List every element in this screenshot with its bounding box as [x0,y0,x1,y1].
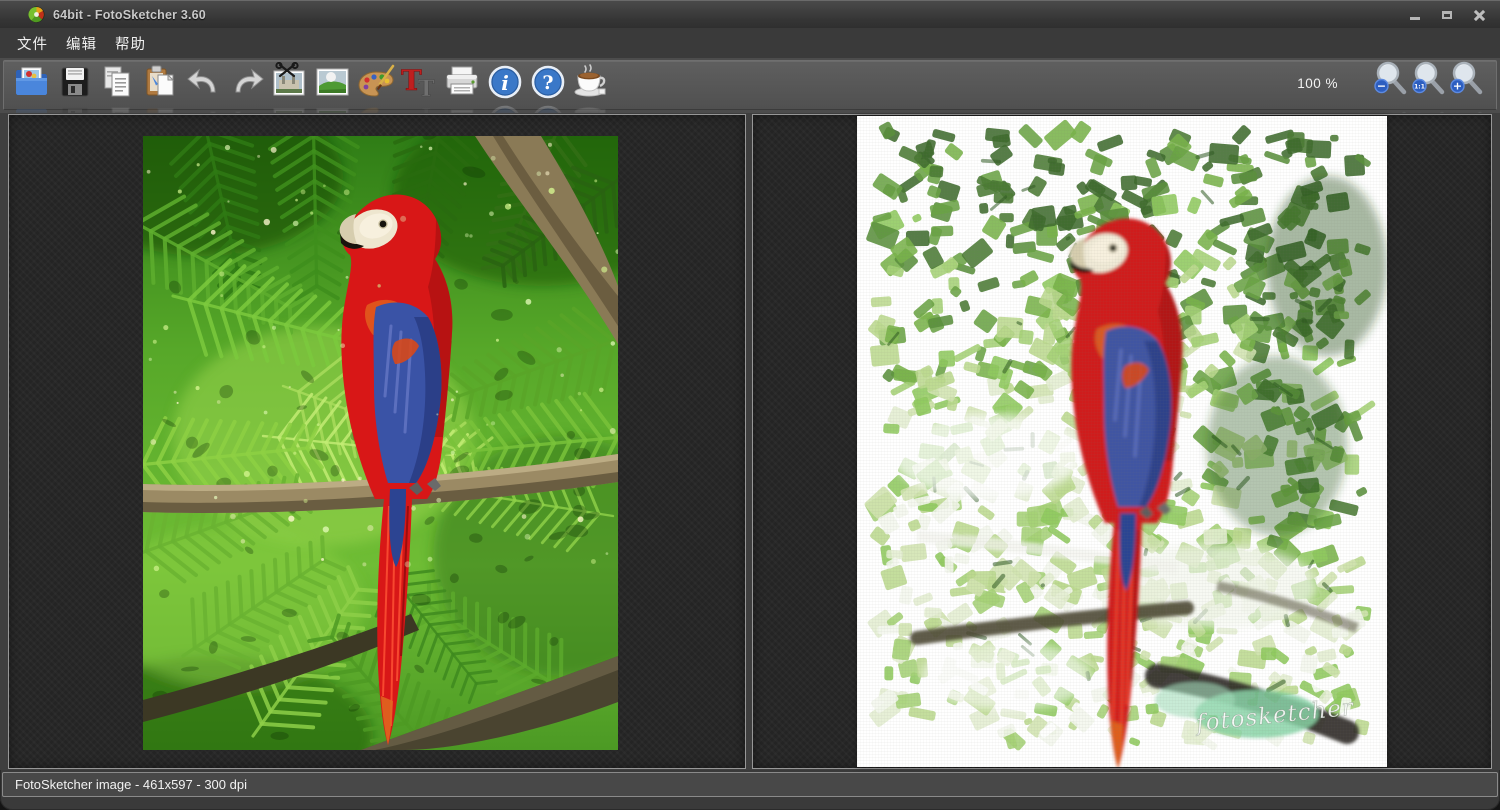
zoom-actual-size-magnifier-icon: 1:1 [1411,61,1447,103]
save-image-button[interactable] [53,59,96,105]
undo-icon [184,62,224,102]
zoom-out-button[interactable]: − [1372,61,1410,105]
menu-edit[interactable]: 编辑 [57,29,106,58]
add-text-icon: T T [399,62,439,102]
open-image-button[interactable] [10,59,53,105]
paste-button[interactable] [139,59,182,105]
toolbar-zoom-group: 100 % − 1:1 [1297,61,1486,105]
statusbar: FotoSketcher image - 461x597 - 300 dpi [2,772,1498,797]
zoom-in-button[interactable]: + [1448,61,1486,105]
save-image-icon [55,62,95,102]
svg-text:i: i [501,71,509,95]
maximize-icon[interactable] [1436,6,1458,24]
add-text-button[interactable]: T T [397,59,440,105]
paste-icon [141,62,181,102]
info-icon: i [485,62,525,102]
redo-icon [227,62,267,102]
drawing-parameters-palette-icon [356,62,396,102]
help-button[interactable]: ? [526,59,569,105]
svg-text:T: T [418,76,435,102]
window-controls [1404,1,1490,29]
source-image-panel [8,114,746,769]
undo-button[interactable] [182,59,225,105]
toolbar: T T i [0,58,1500,113]
toolbar-buttons: T T i [10,59,612,105]
menubar: 文件 编辑 帮助 [0,28,1500,58]
open-image-icon [12,62,52,102]
edit-source-image-icon [270,62,310,102]
print-button[interactable] [440,59,483,105]
donate-coffee-button[interactable] [569,59,612,105]
painted-image: fotosketcher [857,116,1387,767]
minimize-icon[interactable] [1404,6,1426,24]
window-title: 64bit - FotoSketcher 3.60 [53,8,206,22]
close-icon[interactable] [1468,6,1490,24]
copy-icon [98,62,138,102]
status-text: FotoSketcher image - 461x597 - 300 dpi [15,777,247,792]
source-image-canvas [143,136,618,750]
view-source-image-button[interactable] [311,59,354,105]
edit-source-image-button[interactable] [268,59,311,105]
main-area: fotosketcher [0,113,1500,770]
svg-text:+: + [1453,80,1462,93]
svg-text:?: ? [542,72,553,94]
app-logo-icon[interactable] [28,6,45,23]
zoom-level-label: 100 % [1297,76,1338,91]
svg-text:−: − [1377,80,1386,93]
painted-image-panel: fotosketcher [752,114,1492,769]
drawing-parameters-button[interactable] [354,59,397,105]
info-button[interactable]: i [483,59,526,105]
zoom-actual-size-button[interactable]: 1:1 [1410,61,1448,105]
copy-button[interactable] [96,59,139,105]
redo-button[interactable] [225,59,268,105]
svg-text:1:1: 1:1 [1414,83,1425,90]
source-image [143,136,618,750]
painted-image-canvas: fotosketcher [857,116,1387,767]
app-window: 64bit - FotoSketcher 3.60 文件 编辑 帮助 [0,0,1500,810]
zoom-out-magnifier-icon: − [1373,61,1409,103]
menu-help[interactable]: 帮助 [106,29,155,58]
view-source-image-icon [313,62,353,102]
donate-coffee-icon [571,62,611,102]
zoom-in-magnifier-icon: + [1449,61,1485,103]
menu-file[interactable]: 文件 [8,29,57,58]
titlebar[interactable]: 64bit - FotoSketcher 3.60 [0,0,1500,28]
print-icon [442,62,482,102]
help-icon: ? [528,62,568,102]
